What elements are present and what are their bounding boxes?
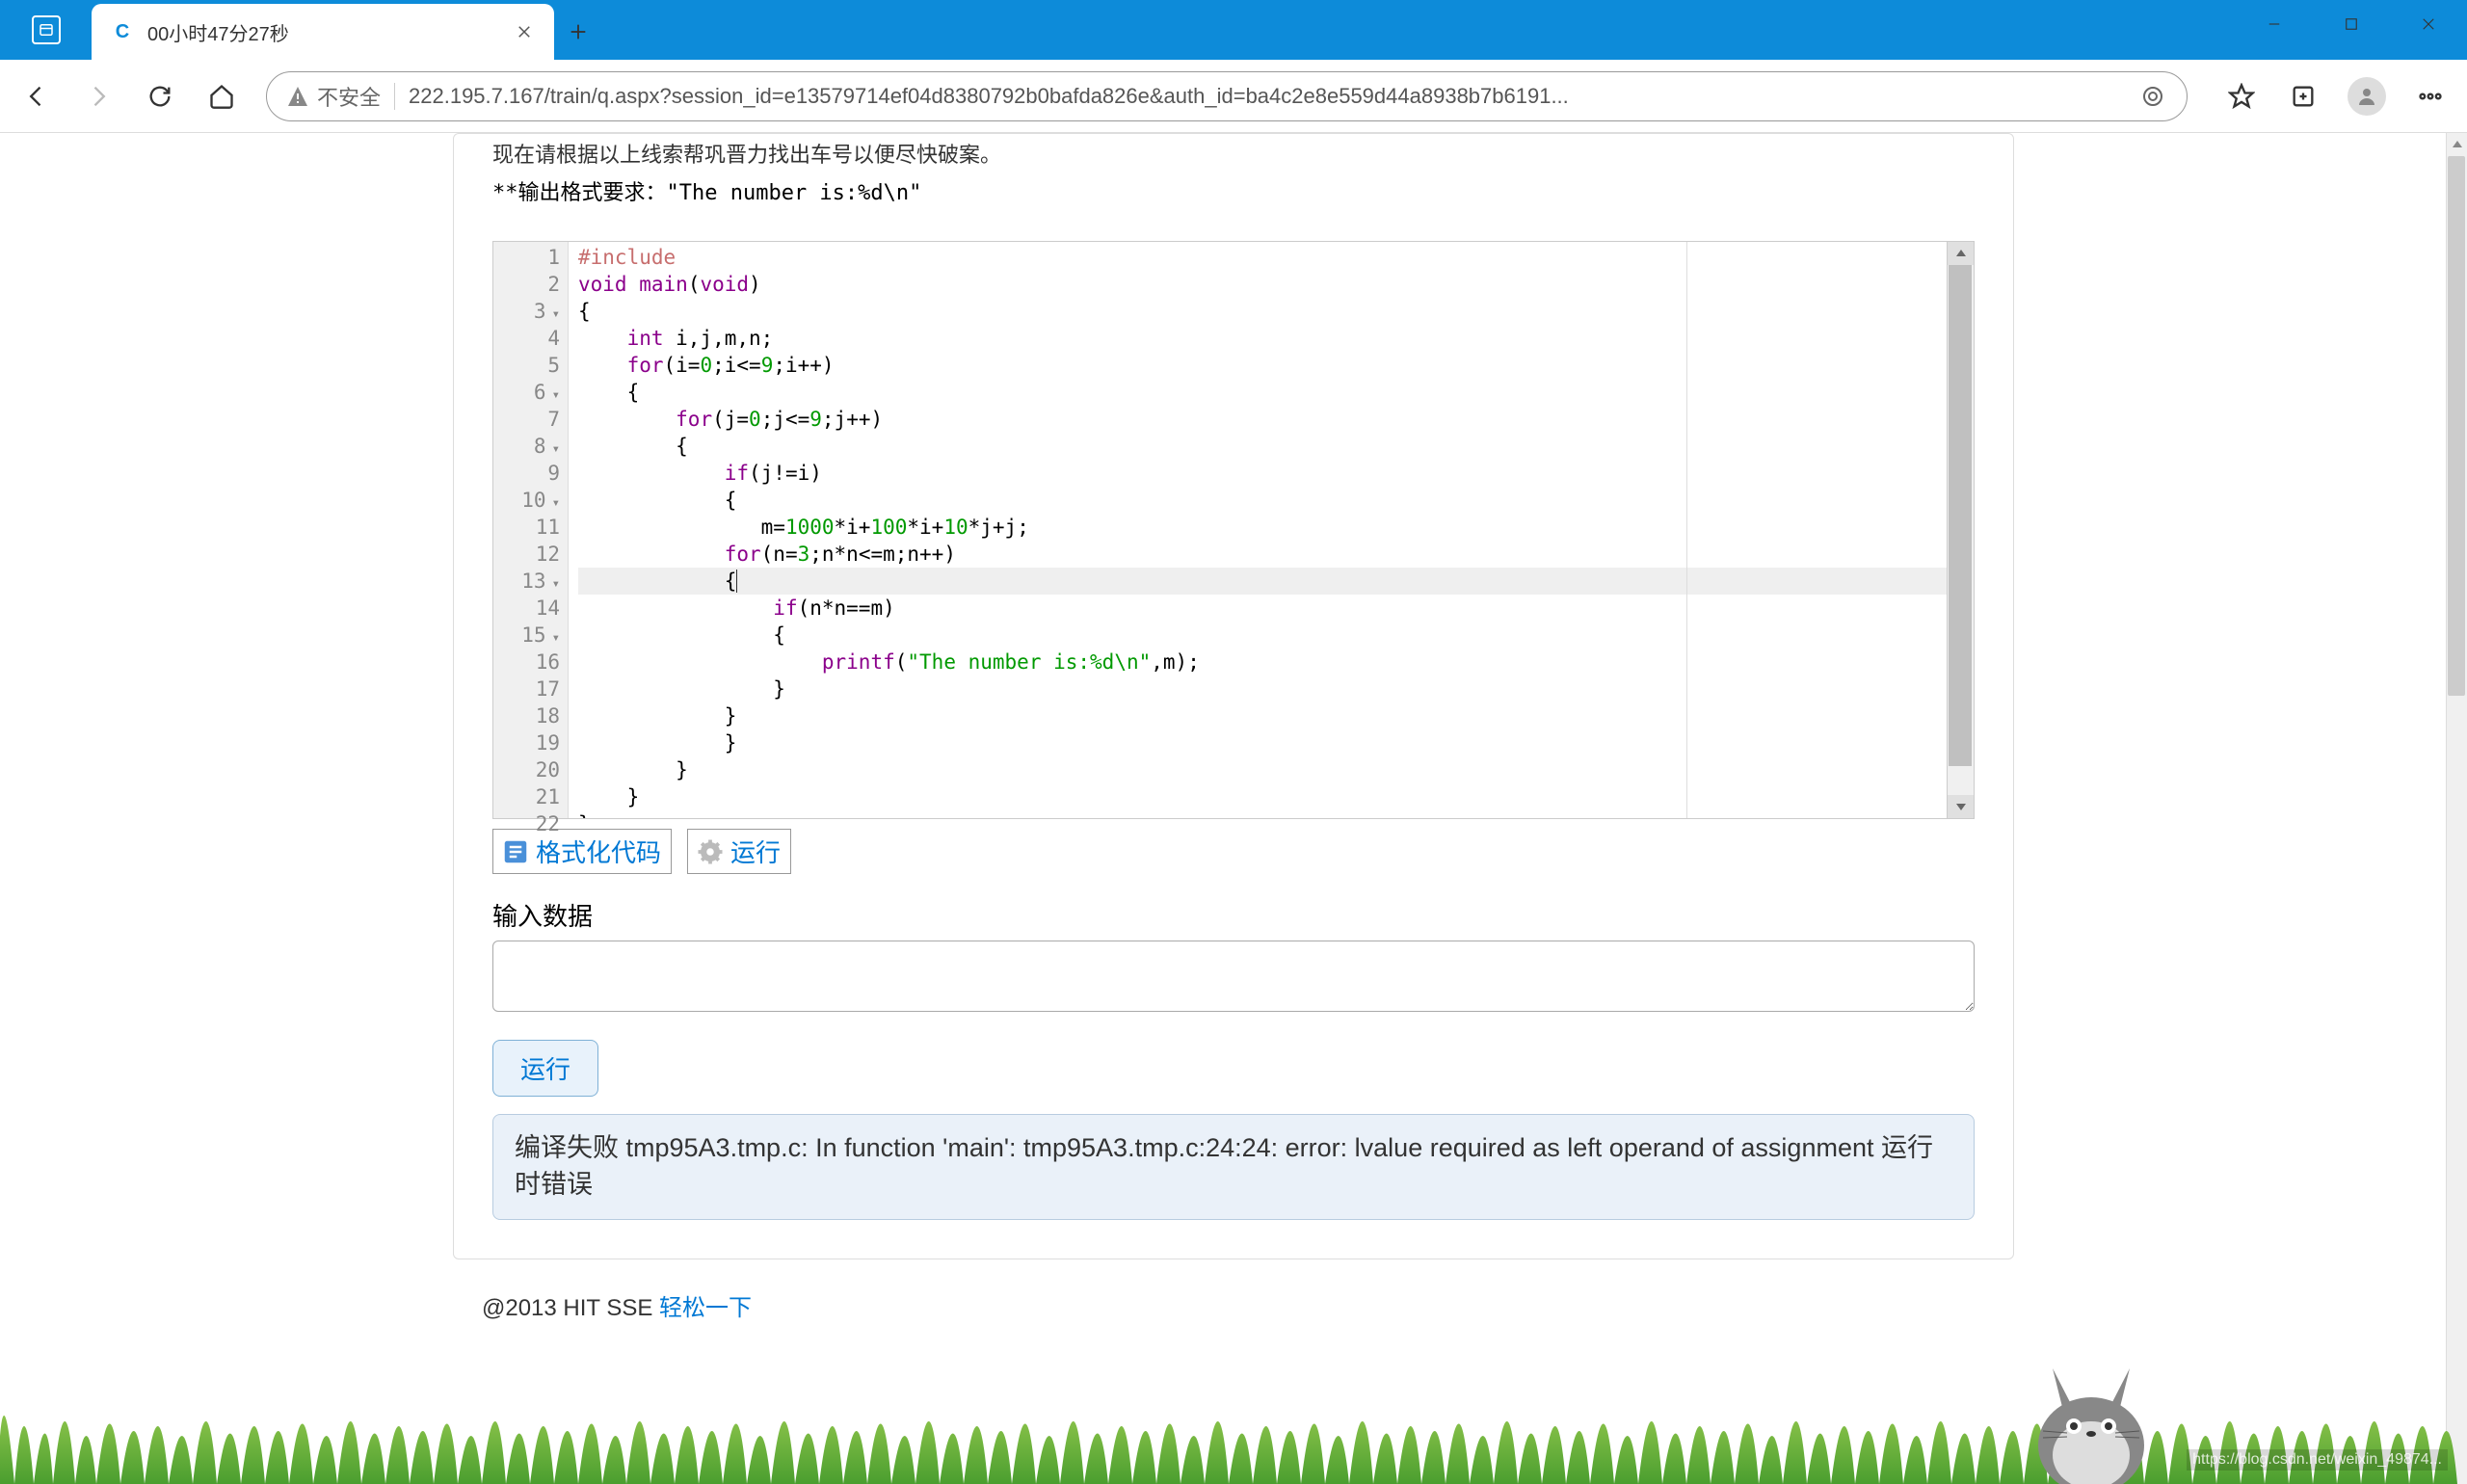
run-label-top: 运行 xyxy=(730,834,781,869)
tab-title: 00小时47分27秒 xyxy=(147,18,500,46)
editor-scrollbar[interactable] xyxy=(1947,242,1974,818)
run-button-top[interactable]: 运行 xyxy=(687,829,791,874)
menu-button[interactable] xyxy=(2413,79,2448,114)
favorites-button[interactable] xyxy=(2224,79,2259,114)
tab-favicon: C xyxy=(111,20,134,43)
code-line[interactable]: } xyxy=(578,676,1974,702)
code-line[interactable]: } xyxy=(578,702,1974,729)
code-line[interactable]: } xyxy=(578,756,1974,783)
profile-button[interactable] xyxy=(2348,77,2386,116)
browser-tab[interactable]: C 00小时47分27秒 xyxy=(92,4,554,60)
code-line[interactable]: void main(void) xyxy=(578,271,1974,298)
input-data-label: 输入数据 xyxy=(492,897,1975,933)
forward-button[interactable] xyxy=(81,79,116,114)
page-scrollbar[interactable] xyxy=(2446,133,2467,1484)
code-line[interactable]: if(n*n==m) xyxy=(578,595,1974,622)
page-footer: @2013 HIT SSE 轻松一下 xyxy=(482,1288,2014,1322)
tab-actions-button[interactable] xyxy=(0,0,92,60)
code-line[interactable]: for(i=0;i<=9;i++) xyxy=(578,352,1974,379)
minimize-button[interactable] xyxy=(2236,0,2313,48)
code-line[interactable]: if(j!=i) xyxy=(578,460,1974,487)
code-line[interactable]: { xyxy=(578,298,1974,325)
code-line[interactable]: int i,j,m,n; xyxy=(578,325,1974,352)
home-button[interactable] xyxy=(204,79,239,114)
editor-scroll-down-icon[interactable] xyxy=(1948,795,1974,818)
separator xyxy=(394,83,395,110)
code-line[interactable]: m=1000*i+100*i+10*j+j; xyxy=(578,514,1974,541)
code-line[interactable]: for(n=3;n*n<=m;n++) xyxy=(578,541,1974,568)
code-line[interactable]: { xyxy=(578,379,1974,406)
footer-link[interactable]: 轻松一下 xyxy=(659,1295,752,1321)
tracking-prevention-icon[interactable] xyxy=(2138,82,2167,111)
url-text: 222.195.7.167/train/q.aspx?session_id=e1… xyxy=(409,84,2125,109)
browser-navbar: 不安全 222.195.7.167/train/q.aspx?session_i… xyxy=(0,60,2467,133)
run-button-bottom[interactable]: 运行 xyxy=(492,1040,598,1097)
gear-icon xyxy=(694,835,727,868)
code-editor[interactable]: 123▾456▾78▾910▾111213▾1415▾1617181920212… xyxy=(492,241,1975,819)
close-window-button[interactable] xyxy=(2390,0,2467,48)
collections-button[interactable] xyxy=(2286,79,2321,114)
address-bar[interactable]: 不安全 222.195.7.167/train/q.aspx?session_i… xyxy=(266,71,2188,121)
new-tab-button[interactable] xyxy=(554,4,602,60)
code-line[interactable]: } xyxy=(578,783,1974,810)
page-viewport: 现在请根据以上线索帮巩晋力找出车号以便尽快破案。 **输出格式要求："The n… xyxy=(0,133,2467,1484)
code-line[interactable]: } xyxy=(578,810,1974,818)
format-code-label: 格式化代码 xyxy=(536,834,661,869)
editor-code-area[interactable]: #includevoid main(void){ int i,j,m,n; fo… xyxy=(569,242,1974,818)
output-format: **输出格式要求："The number is:%d\n" xyxy=(492,175,1975,206)
security-label: 不安全 xyxy=(317,81,381,112)
editor-scroll-up-icon[interactable] xyxy=(1948,242,1974,265)
code-line[interactable]: { xyxy=(578,622,1974,649)
maximize-button[interactable] xyxy=(2313,0,2390,48)
security-indicator[interactable]: 不安全 xyxy=(286,81,381,112)
main-card: 现在请根据以上线索帮巩晋力找出车号以便尽快破案。 **输出格式要求："The n… xyxy=(453,133,2014,1259)
code-line[interactable]: { xyxy=(578,433,1974,460)
problem-description: 现在请根据以上线索帮巩晋力找出车号以便尽快破案。 xyxy=(492,134,1975,172)
editor-scrollbar-thumb[interactable] xyxy=(1949,265,1972,766)
back-button[interactable] xyxy=(19,79,54,114)
code-line[interactable]: { xyxy=(578,487,1974,514)
code-line[interactable]: for(j=0;j<=9;j++) xyxy=(578,406,1974,433)
tab-close-button[interactable] xyxy=(514,21,535,42)
format-icon xyxy=(499,835,532,868)
window-controls xyxy=(2236,0,2467,48)
code-line[interactable]: } xyxy=(578,729,1974,756)
code-line[interactable]: printf("The number is:%d\n",m); xyxy=(578,649,1974,676)
print-margin xyxy=(1686,242,1687,818)
window-titlebar: C 00小时47分27秒 xyxy=(0,0,2467,60)
input-data-textarea[interactable] xyxy=(492,941,1975,1012)
scrollbar-thumb[interactable] xyxy=(2448,156,2465,696)
code-line[interactable]: #include xyxy=(578,244,1974,271)
reload-button[interactable] xyxy=(143,79,177,114)
copyright-text: @2013 HIT SSE xyxy=(482,1295,659,1321)
scroll-up-icon[interactable] xyxy=(2447,133,2467,156)
compile-error-output: 编译失败 tmp95A3.tmp.c: In function 'main': … xyxy=(492,1114,1975,1220)
editor-toolbar: 格式化代码 运行 xyxy=(492,829,1975,874)
editor-gutter: 123▾456▾78▾910▾111213▾1415▾1617181920212… xyxy=(493,242,569,818)
code-line[interactable]: { xyxy=(578,568,1974,595)
